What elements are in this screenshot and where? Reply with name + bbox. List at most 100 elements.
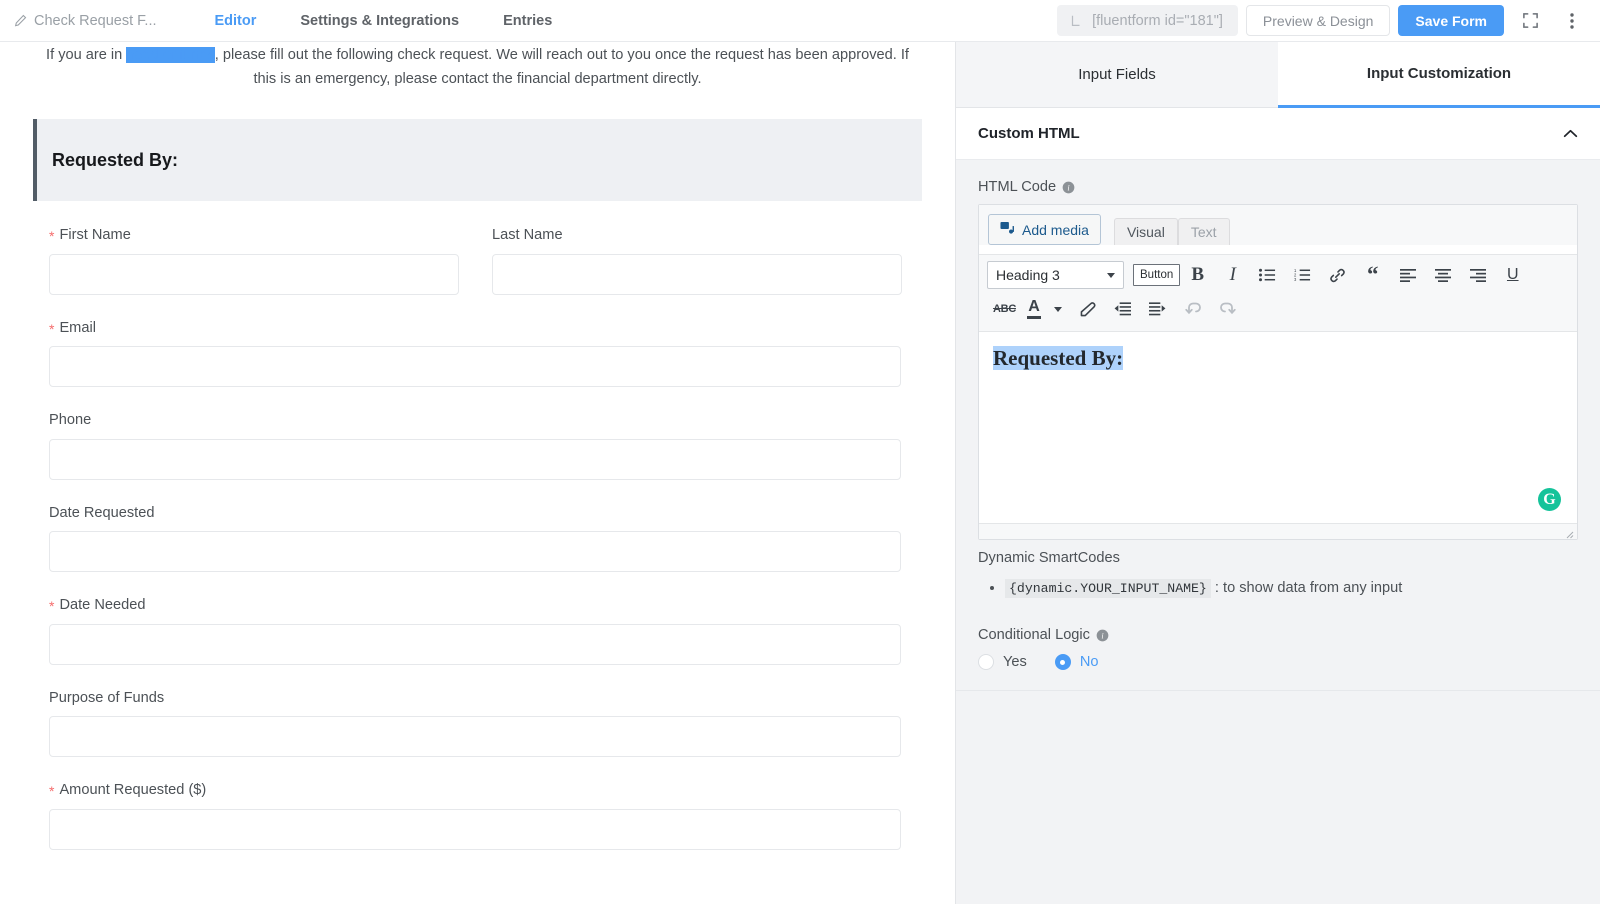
form-preview-pane: If you are in need of funds, please fill… <box>0 42 955 904</box>
top-bar-left: Check Request F... Editor Settings & Int… <box>0 0 574 41</box>
top-bar-right: [fluentform id="181"] Preview & Design S… <box>1057 0 1600 41</box>
label-email: * Email <box>49 320 901 338</box>
intro-part-b: , please fill out the following check re… <box>214 47 828 63</box>
editor-status-bar <box>979 523 1577 539</box>
input-first-name[interactable] <box>49 253 459 295</box>
tab-settings-integrations[interactable]: Settings & Integrations <box>278 0 481 41</box>
label-last-name: Last Name <box>492 227 902 245</box>
field-group-last-name: Last Name <box>492 227 902 295</box>
top-bar: Check Request F... Editor Settings & Int… <box>0 0 1600 42</box>
bullet-list-icon[interactable] <box>1250 260 1285 290</box>
blockquote-icon[interactable]: “ <box>1355 260 1390 290</box>
editor-content-area[interactable]: Requested By: G <box>979 331 1577 523</box>
clear-formatting-icon[interactable] <box>1070 294 1105 324</box>
text-color-icon[interactable]: A <box>1022 294 1046 324</box>
preview-design-button[interactable]: Preview & Design <box>1245 5 1391 36</box>
conditional-logic-label: Conditional Logic <box>978 627 1090 644</box>
required-marker: * <box>49 320 55 337</box>
custom-html-section-header[interactable]: Custom HTML <box>956 108 1600 160</box>
color-caret-icon[interactable] <box>1046 294 1070 324</box>
chevron-down-icon <box>1107 273 1115 278</box>
italic-icon[interactable]: I <box>1215 260 1250 290</box>
panel-tabs: Input Fields Input Customization <box>956 42 1600 108</box>
label-text: Email <box>59 319 96 336</box>
shortcode-field[interactable]: [fluentform id="181"] <box>1057 5 1238 36</box>
editor-mode-tabs: Visual Text <box>1113 218 1230 245</box>
required-marker: * <box>49 783 55 800</box>
tab-visual[interactable]: Visual <box>1113 218 1178 245</box>
shortcode-text: [fluentform id="181"] <box>1092 12 1223 29</box>
radio-label: No <box>1079 654 1099 671</box>
format-select-value: Heading 3 <box>996 267 1060 283</box>
smartcode-description: : to show data from any input <box>1214 580 1403 596</box>
field-group-date-requested: Date Requested <box>49 505 901 573</box>
outdent-icon[interactable] <box>1105 294 1140 324</box>
radio-conditional-no[interactable]: No <box>1054 654 1116 671</box>
settings-panel: Input Fields Input Customization Custom … <box>955 42 1600 904</box>
label-text: Date Requested <box>49 504 155 521</box>
format-select[interactable]: Heading 3 <box>987 261 1124 289</box>
redo-icon[interactable] <box>1210 294 1245 324</box>
strikethrough-icon[interactable]: ABC <box>987 294 1022 324</box>
underline-icon[interactable]: U <box>1495 260 1530 290</box>
custom-html-block-selected[interactable]: Requested By: <box>33 119 922 202</box>
chevron-up-icon[interactable] <box>1563 125 1578 142</box>
fullscreen-icon[interactable] <box>1514 5 1546 37</box>
resize-grip-icon[interactable] <box>1563 526 1574 539</box>
editor-toolbar: Heading 3 Button B I 1 2 3 “ U ABC A <box>979 254 1577 331</box>
save-form-button[interactable]: Save Form <box>1398 5 1504 36</box>
tab-editor[interactable]: Editor <box>193 0 279 41</box>
pencil-icon <box>14 14 27 27</box>
undo-icon[interactable] <box>1175 294 1210 324</box>
align-left-icon[interactable] <box>1390 260 1425 290</box>
label-first-name: * First Name <box>49 227 459 245</box>
align-right-icon[interactable] <box>1460 260 1495 290</box>
info-icon[interactable]: i <box>1062 181 1075 194</box>
add-media-button[interactable]: Add media <box>988 214 1101 245</box>
panel-footer-area <box>956 691 1600 904</box>
field-group-first-name: * First Name <box>49 227 459 295</box>
input-amount-requested[interactable] <box>49 808 901 850</box>
intro-selected-text: need of funds <box>126 47 215 63</box>
label-text: Phone <box>49 412 92 429</box>
form-title[interactable]: Check Request F... <box>14 13 157 29</box>
tab-text[interactable]: Text <box>1177 218 1230 245</box>
input-purpose-of-funds[interactable] <box>49 716 901 758</box>
input-last-name[interactable] <box>492 253 902 295</box>
radio-label: Yes <box>1003 654 1027 671</box>
input-date-needed[interactable] <box>49 623 901 665</box>
form-title-text: Check Request F... <box>34 12 157 29</box>
button-shortcode-chip[interactable]: Button <box>1133 264 1181 286</box>
dynamic-smartcodes-label: Dynamic SmartCodes <box>978 550 1120 566</box>
tab-input-fields[interactable]: Input Fields <box>956 42 1278 108</box>
input-phone[interactable] <box>49 438 901 480</box>
conditional-logic-section: Conditional Logic i Yes No <box>978 627 1578 671</box>
label-text: Date Needed <box>59 597 146 614</box>
editor-content-heading: Requested By: <box>993 346 1124 371</box>
align-center-icon[interactable] <box>1425 260 1460 290</box>
label-text: Amount Requested ($) <box>59 782 207 799</box>
conditional-logic-radios: Yes No <box>978 654 1578 671</box>
label-purpose-of-funds: Purpose of Funds <box>49 690 901 708</box>
input-email[interactable] <box>49 346 901 388</box>
grammarly-badge-icon[interactable]: G <box>1538 488 1561 511</box>
tab-input-customization[interactable]: Input Customization <box>1278 42 1600 108</box>
form-intro-text[interactable]: If you are in need of funds, please fill… <box>38 42 918 91</box>
tab-entries[interactable]: Entries <box>481 0 574 41</box>
info-icon[interactable]: i <box>1096 629 1109 642</box>
conditional-logic-label-row: Conditional Logic i <box>978 627 1578 643</box>
section-title: Custom HTML <box>978 125 1080 142</box>
bold-icon[interactable]: B <box>1180 260 1215 290</box>
label-amount-requested: * Amount Requested ($) <box>49 782 901 800</box>
label-phone: Phone <box>49 412 901 430</box>
label-date-requested: Date Requested <box>49 505 901 523</box>
intro-part-a: If you are in <box>46 47 127 63</box>
radio-conditional-yes[interactable]: Yes <box>978 654 1044 671</box>
indent-icon[interactable] <box>1140 294 1175 324</box>
numbered-list-icon[interactable]: 1 2 3 <box>1285 260 1320 290</box>
radio-dot <box>1054 654 1071 671</box>
block-heading-text: Requested By: <box>52 149 179 170</box>
input-date-requested[interactable] <box>49 531 901 573</box>
link-icon[interactable] <box>1320 260 1355 290</box>
more-vertical-icon[interactable] <box>1556 5 1588 37</box>
